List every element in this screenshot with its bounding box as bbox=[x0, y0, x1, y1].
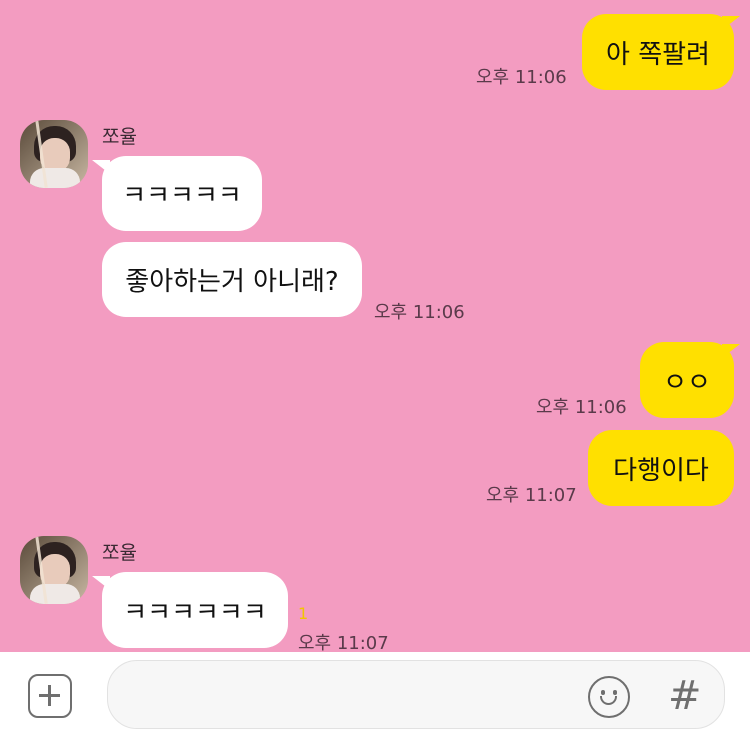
message-text: 좋아하는거 아니래? bbox=[125, 267, 339, 297]
unread-count: 1 bbox=[298, 604, 309, 623]
chat-area[interactable]: 아 쪽팔려 오후 11:06 쪼율 ㅋㅋㅋㅋㅋ 좋아하는거 아니래? 오후 11… bbox=[0, 0, 750, 654]
message-time: 오후 11:07 bbox=[486, 485, 577, 506]
message-text: ㅇㅇ bbox=[663, 367, 711, 398]
message-text: ㅋㅋㅋㅋㅋ bbox=[122, 181, 242, 211]
message-input[interactable] bbox=[107, 660, 725, 729]
message-text: 다행이다 bbox=[613, 455, 709, 486]
message-time: 오후 11:06 bbox=[476, 67, 567, 88]
sender-name: 쪼율 bbox=[102, 126, 137, 148]
bubble-tail bbox=[722, 16, 740, 30]
bubble-tail bbox=[92, 576, 110, 590]
message-time: 오후 11:06 bbox=[536, 397, 627, 418]
message-text: ㅋㅋㅋㅋㅋㅋ bbox=[123, 597, 267, 628]
smiley-icon[interactable] bbox=[588, 676, 630, 718]
sender-name: 쪼율 bbox=[102, 542, 137, 564]
their-message-bubble[interactable]: ㅋㅋㅋㅋㅋ bbox=[102, 156, 262, 231]
my-message-bubble[interactable]: 다행이다 bbox=[588, 430, 734, 506]
contact-avatar[interactable] bbox=[20, 120, 88, 188]
message-text: 아 쪽팔려 bbox=[606, 39, 710, 70]
contact-avatar[interactable] bbox=[20, 536, 88, 604]
their-message-bubble[interactable]: 좋아하는거 아니래? bbox=[102, 242, 362, 317]
bubble-tail bbox=[722, 344, 740, 358]
plus-square-icon[interactable] bbox=[28, 674, 72, 718]
my-message-bubble[interactable]: ㅇㅇ bbox=[640, 342, 734, 418]
my-message-bubble[interactable]: 아 쪽팔려 bbox=[582, 14, 734, 90]
their-message-bubble[interactable]: ㅋㅋㅋㅋㅋㅋ bbox=[102, 572, 288, 648]
hashtag-icon[interactable]: # bbox=[668, 672, 702, 720]
message-time: 오후 11:06 bbox=[374, 302, 465, 323]
bubble-tail bbox=[92, 160, 110, 174]
